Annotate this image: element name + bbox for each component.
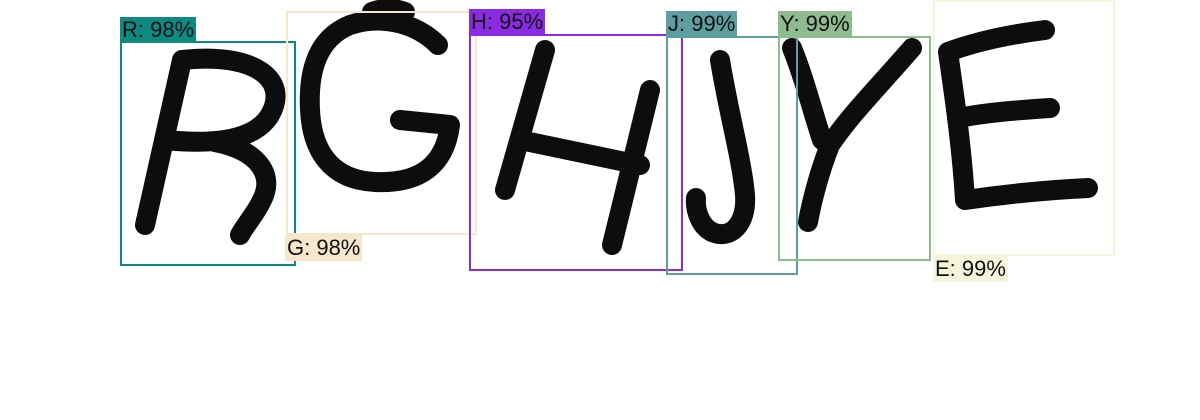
- label-h: H: 95%: [469, 9, 546, 35]
- label-g: G: 98%: [285, 235, 363, 261]
- bbox-y: [778, 36, 931, 261]
- bbox-g: [286, 11, 477, 235]
- label-e: E: 99%: [933, 256, 1008, 282]
- label-y: Y: 99%: [778, 11, 852, 37]
- bbox-e: [933, 0, 1115, 256]
- label-r: R: 98%: [120, 17, 197, 43]
- label-j: J: 99%: [666, 11, 738, 37]
- bbox-r: [120, 41, 296, 266]
- captcha-detection-view: R: 98% G: 98% H: 95% J: 99% Y: 99% E: 99…: [0, 0, 1200, 420]
- bbox-h: [469, 34, 683, 271]
